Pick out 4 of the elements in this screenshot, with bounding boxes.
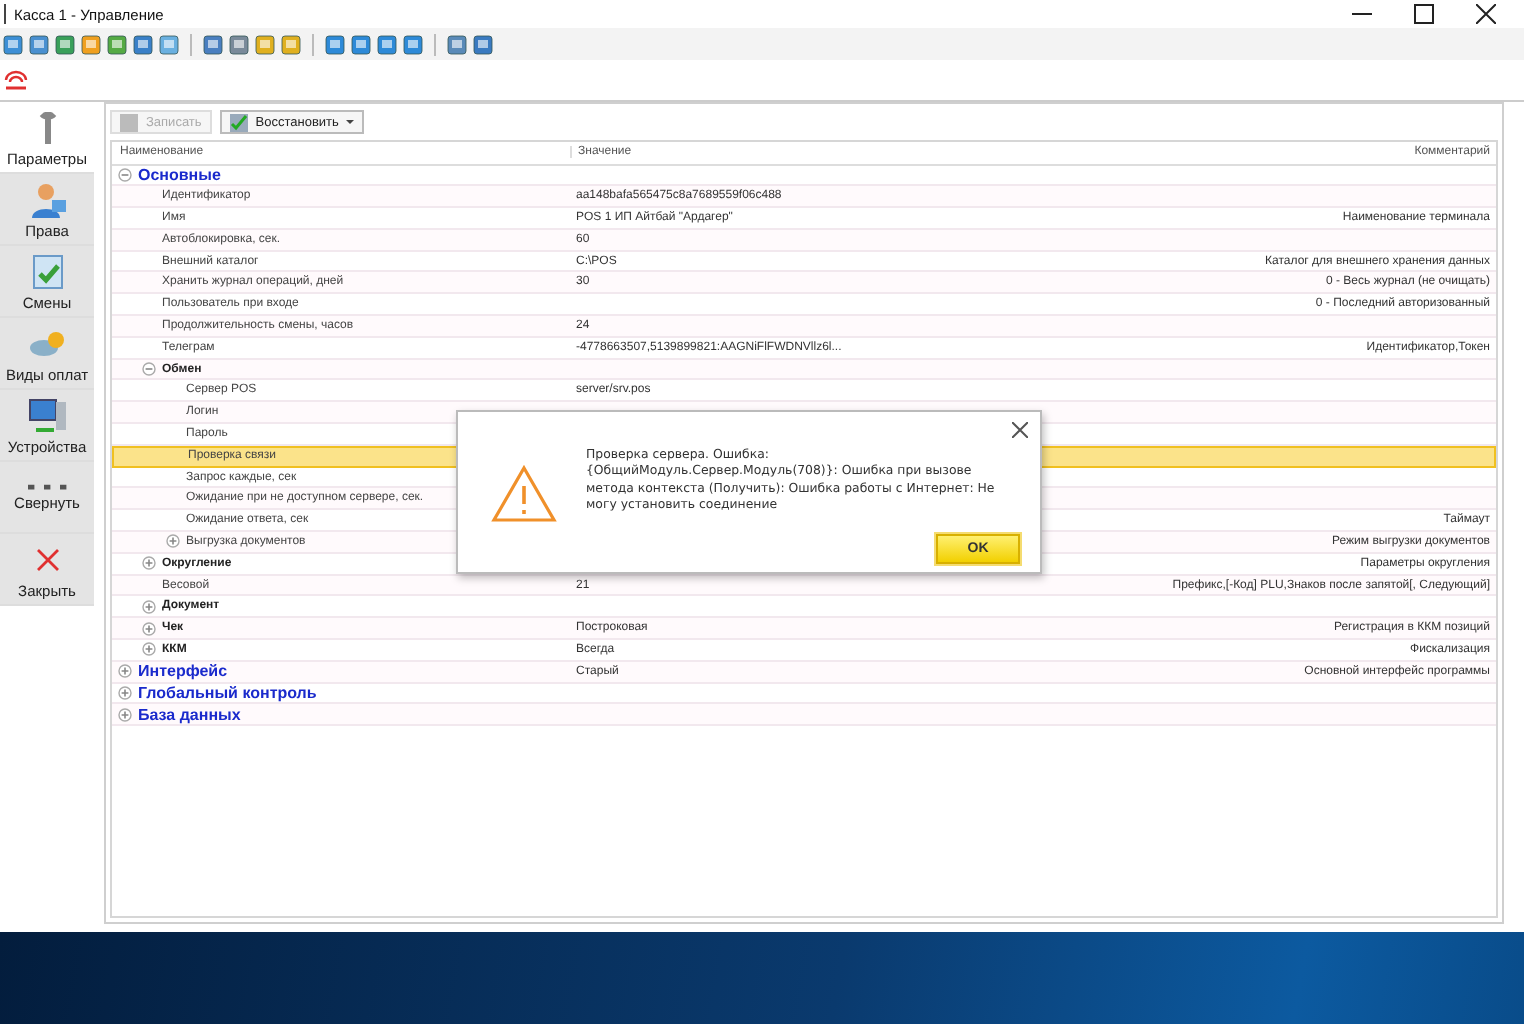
section-title: Интерфейс bbox=[138, 662, 228, 681]
section-title: Глобальный контроль bbox=[138, 684, 317, 703]
section-title: База данных bbox=[138, 705, 241, 724]
section-title: Основные bbox=[138, 165, 221, 184]
